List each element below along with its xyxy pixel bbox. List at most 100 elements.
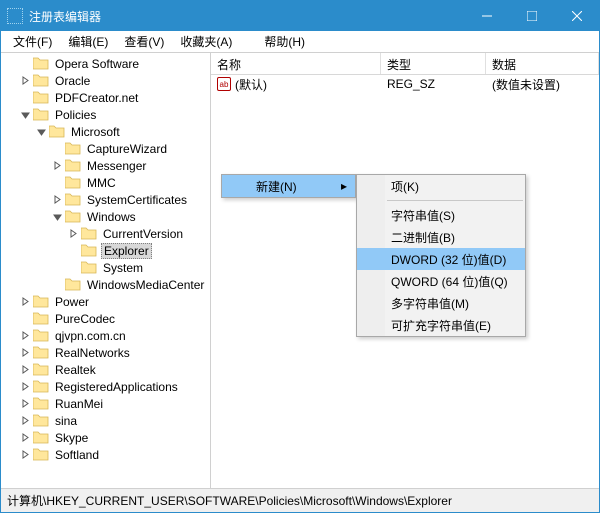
folder-icon — [33, 431, 49, 444]
chevron-right-icon: ▸ — [341, 179, 347, 193]
context-menu-sub: 项(K) 字符串值(S)二进制值(B)DWORD (32 位)值(D)QWORD … — [356, 174, 526, 337]
status-path: 计算机\HKEY_CURRENT_USER\SOFTWARE\Policies\… — [7, 492, 452, 509]
value-name: (默认) — [235, 76, 267, 93]
tree-node[interactable]: Microsoft — [1, 123, 210, 140]
ctx-item[interactable]: 多字符串值(M) — [357, 292, 525, 314]
menubar: 文件(F) 编辑(E) 查看(V) 收藏夹(A) 帮助(H) — [1, 31, 599, 53]
folder-icon — [33, 346, 49, 359]
expand-icon[interactable] — [17, 331, 33, 340]
col-type[interactable]: 类型 — [381, 53, 486, 74]
tree-label: CurrentVersion — [101, 227, 185, 241]
tree-label: MMC — [85, 176, 118, 190]
tree-node[interactable]: sina — [1, 412, 210, 429]
value-row[interactable]: ab (默认) REG_SZ (数值未设置) — [211, 75, 599, 93]
tree-label: Realtek — [53, 363, 98, 377]
tree-label: Softland — [53, 448, 101, 462]
ctx-item[interactable]: DWORD (32 位)值(D) — [357, 248, 525, 270]
expand-icon[interactable] — [17, 348, 33, 357]
tree-node[interactable]: PureCodec — [1, 310, 210, 327]
tree-node[interactable]: MMC — [1, 174, 210, 191]
tree-label: RegisteredApplications — [53, 380, 180, 394]
folder-icon — [81, 244, 97, 257]
minimize-button[interactable] — [464, 1, 509, 31]
tree-label: Messenger — [85, 159, 148, 173]
context-menu-primary: 新建(N) ▸ — [221, 174, 356, 198]
tree-node[interactable]: Skype — [1, 429, 210, 446]
col-name[interactable]: 名称 — [211, 53, 381, 74]
menu-edit[interactable]: 编辑(E) — [60, 31, 116, 52]
tree-label: Policies — [53, 108, 98, 122]
tree-label: Power — [53, 295, 91, 309]
expand-icon[interactable] — [17, 450, 33, 459]
ctx-item[interactable]: 可扩充字符串值(E) — [357, 314, 525, 336]
folder-icon — [65, 210, 81, 223]
folder-icon — [65, 278, 81, 291]
expand-icon[interactable] — [17, 433, 33, 442]
tree-label: Windows — [85, 210, 138, 224]
folder-icon — [33, 57, 49, 70]
tree-panel[interactable]: Opera SoftwareOraclePDFCreator.net Polici… — [1, 53, 211, 488]
folder-icon — [81, 227, 97, 240]
tree-node[interactable]: WindowsMediaCenter — [1, 276, 210, 293]
tree-node[interactable]: Opera Software — [1, 55, 210, 72]
folder-icon — [33, 74, 49, 87]
tree-node[interactable]: CurrentVersion — [1, 225, 210, 242]
tree-label: SystemCertificates — [85, 193, 189, 207]
expand-icon[interactable] — [17, 297, 33, 306]
tree-label: RuanMei — [53, 397, 105, 411]
expand-icon[interactable] — [49, 161, 65, 170]
maximize-button[interactable] — [509, 1, 554, 31]
tree-node[interactable]: Messenger — [1, 157, 210, 174]
folder-icon — [33, 108, 49, 121]
folder-icon — [33, 312, 49, 325]
list-panel[interactable]: 名称 类型 数据 ab (默认) REG_SZ (数值未设置) 新建(N) ▸ … — [211, 53, 599, 488]
expand-icon[interactable] — [17, 365, 33, 374]
expand-icon[interactable] — [17, 399, 33, 408]
tree-label: Skype — [53, 431, 90, 445]
tree-node[interactable]: Realtek — [1, 361, 210, 378]
ctx-item[interactable]: 项(K) — [357, 175, 525, 197]
expand-icon[interactable] — [17, 110, 33, 119]
close-button[interactable] — [554, 1, 599, 31]
expand-icon[interactable] — [17, 416, 33, 425]
expand-icon[interactable] — [49, 195, 65, 204]
tree-node[interactable]: Policies — [1, 106, 210, 123]
tree-node[interactable]: Explorer — [1, 242, 210, 259]
menu-help[interactable]: 帮助(H) — [256, 31, 313, 52]
tree-node[interactable]: System — [1, 259, 210, 276]
tree-node[interactable]: Windows — [1, 208, 210, 225]
ctx-item[interactable]: QWORD (64 位)值(Q) — [357, 270, 525, 292]
folder-icon — [33, 397, 49, 410]
tree-node[interactable]: CaptureWizard — [1, 140, 210, 157]
folder-icon — [65, 142, 81, 155]
tree-node[interactable]: Softland — [1, 446, 210, 463]
ctx-item[interactable]: 字符串值(S) — [357, 204, 525, 226]
folder-icon — [33, 91, 49, 104]
folder-icon — [49, 125, 65, 138]
tree-node[interactable]: RealNetworks — [1, 344, 210, 361]
menu-view[interactable]: 查看(V) — [116, 31, 172, 52]
expand-icon[interactable] — [65, 229, 81, 238]
expand-icon[interactable] — [17, 382, 33, 391]
tree-node[interactable]: Oracle — [1, 72, 210, 89]
expand-icon[interactable] — [33, 127, 49, 136]
tree-node[interactable]: RuanMei — [1, 395, 210, 412]
tree-label: WindowsMediaCenter — [85, 278, 206, 292]
tree-node[interactable]: SystemCertificates — [1, 191, 210, 208]
folder-icon — [65, 159, 81, 172]
tree-node[interactable]: qjvpn.com.cn — [1, 327, 210, 344]
folder-icon — [33, 295, 49, 308]
status-bar: 计算机\HKEY_CURRENT_USER\SOFTWARE\Policies\… — [1, 488, 599, 512]
expand-icon[interactable] — [49, 212, 65, 221]
tree-node[interactable]: RegisteredApplications — [1, 378, 210, 395]
ctx-item[interactable]: 二进制值(B) — [357, 226, 525, 248]
tree-node[interactable]: PDFCreator.net — [1, 89, 210, 106]
tree-node[interactable]: Power — [1, 293, 210, 310]
menu-file[interactable]: 文件(F) — [5, 31, 60, 52]
col-data[interactable]: 数据 — [486, 53, 599, 74]
titlebar[interactable]: 注册表编辑器 — [1, 1, 599, 31]
ctx-new[interactable]: 新建(N) ▸ — [222, 175, 355, 197]
expand-icon[interactable] — [17, 76, 33, 85]
value-data: (数值未设置) — [486, 76, 566, 93]
menu-favorites[interactable]: 收藏夹(A) — [172, 31, 240, 52]
